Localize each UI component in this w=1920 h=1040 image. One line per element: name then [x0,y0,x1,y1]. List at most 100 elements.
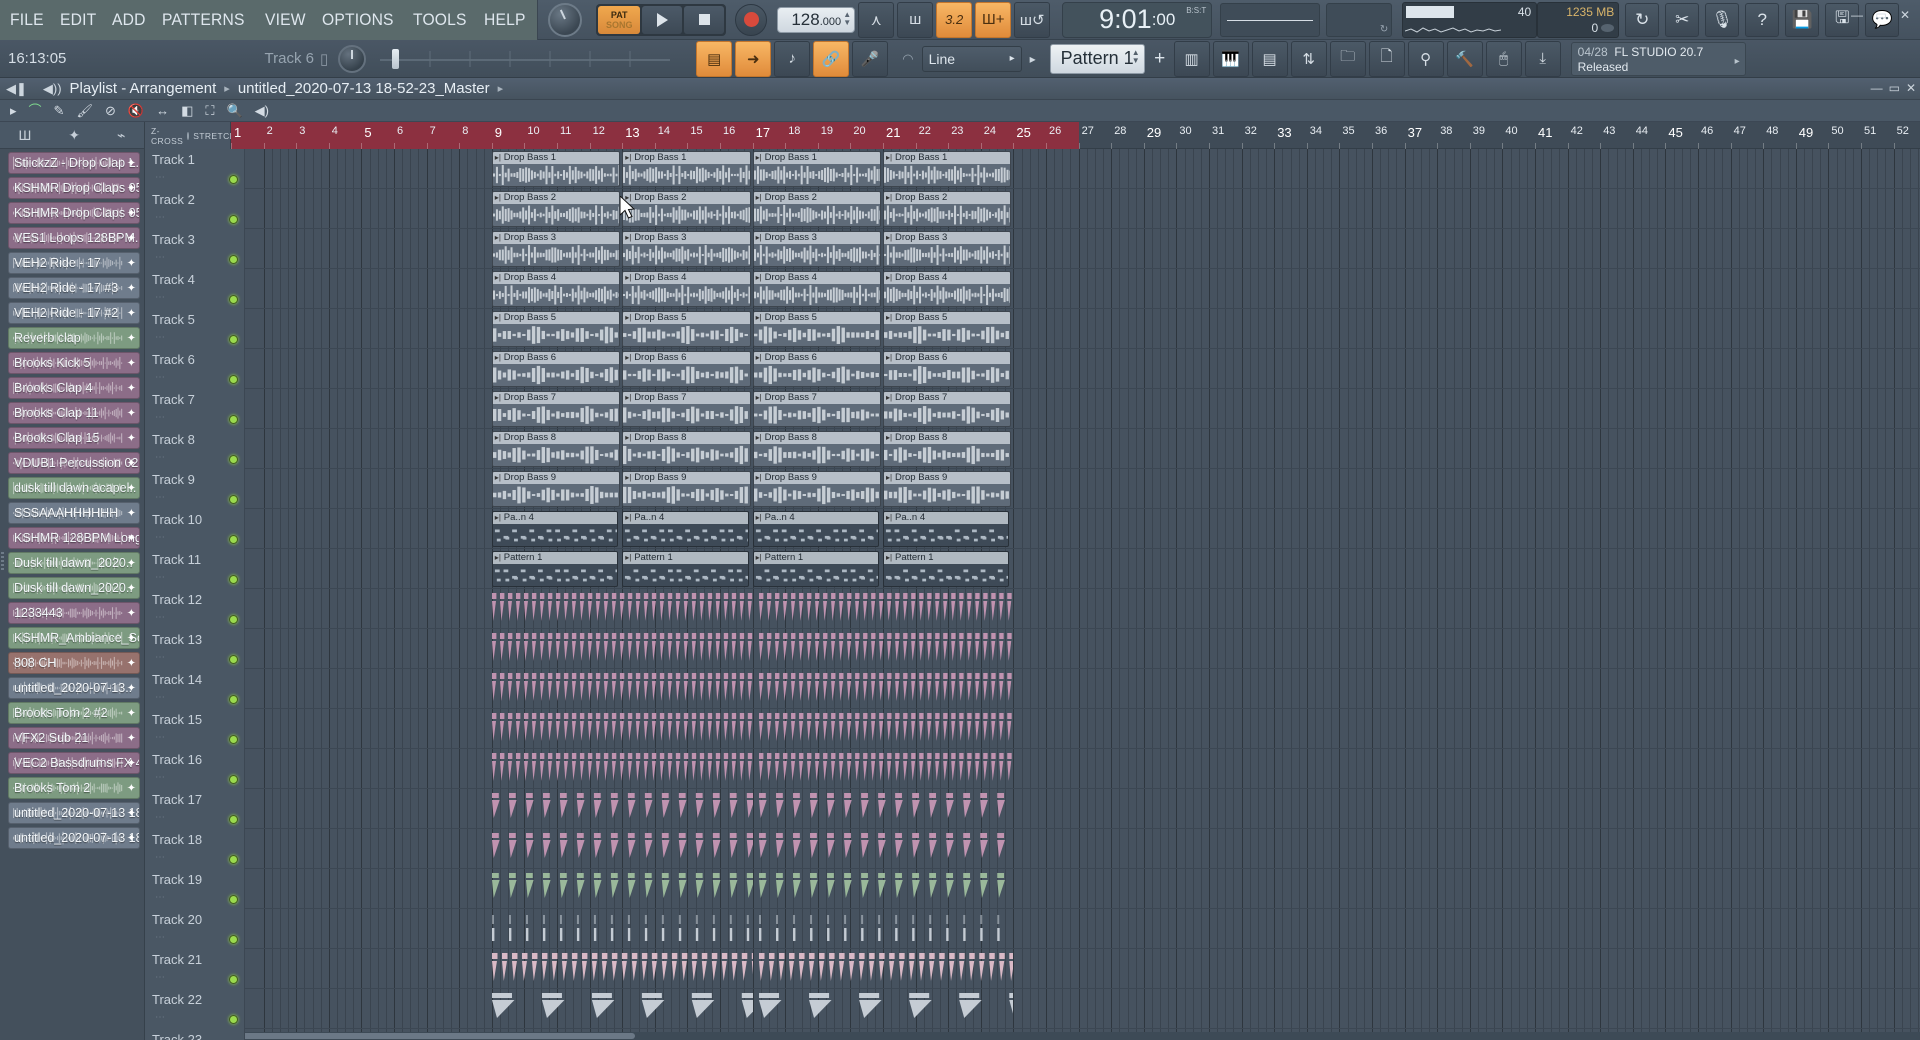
audio-clip[interactable]: Drop Bass 9 [491,471,621,507]
track-header[interactable]: Track 21 ⋯ [145,949,245,989]
slip-tool-icon[interactable]: ↔ [156,104,169,117]
track-lane[interactable]: Track 1 ⋯ Drop Bass 1 Drop Bass 1 Drop B… [145,149,1920,189]
clip-source-item[interactable]: KSHMR Drop Claps 05.. ✦ [8,202,140,224]
magnet-snap-icon[interactable]: ⌒ [29,104,42,117]
track-lane[interactable]: Track 3 ⋯ Drop Bass 3 Drop Bass 3 Drop B… [145,229,1920,269]
track-header[interactable]: Track 2 ⋯ [145,189,245,229]
track-grid[interactable]: Drop Bass 5 Drop Bass 5 Drop Bass 5 Drop… [245,309,1920,348]
select-tool-icon[interactable]: ◧ [181,104,193,117]
playlist-speaker-icon[interactable]: ◀)) [43,81,62,97]
clip-source-item[interactable]: 1233443 ✦ [8,602,140,624]
track-lane[interactable]: Track 11 ⋯ Pattern 1 Pattern 1 Pattern 1… [145,549,1920,589]
audio-clip[interactable]: Drop Bass 8 [883,431,1012,467]
track-header[interactable]: Track 11 ⋯ [145,549,245,589]
track-header[interactable]: Track 4 ⋯ [145,269,245,309]
track-header[interactable]: Track 3 ⋯ [145,229,245,269]
audio-clip[interactable]: Drop Bass 4 [491,271,621,307]
track-lane[interactable]: Track 4 ⋯ Drop Bass 4 Drop Bass 4 Drop B… [145,269,1920,309]
audio-clip[interactable]: Drop Bass 7 [622,391,751,427]
audio-clip[interactable]: Drop Bass 7 [883,391,1012,427]
audio-clip[interactable] [491,711,753,747]
track-header[interactable]: Track 13 ⋯ [145,629,245,669]
add-pattern-button[interactable]: + [1149,44,1171,74]
audio-clip[interactable] [759,871,1013,907]
audio-clip[interactable]: Drop Bass 8 [752,431,881,467]
pattern-clip[interactable]: Pa..n 4 [752,511,879,547]
track-header[interactable]: Track 17 ⋯ [145,789,245,829]
audio-clip[interactable]: Drop Bass 4 [752,271,881,307]
track-header[interactable]: Track 1 ⋯ [145,149,245,189]
pattern-clip[interactable]: Pattern 1 [752,551,879,587]
track-lane[interactable]: Track 5 ⋯ Drop Bass 5 Drop Bass 5 Drop B… [145,309,1920,349]
help-icon[interactable]: ? [1745,2,1780,37]
track-enable-led[interactable] [229,255,238,264]
track-lane[interactable]: Track 20 ⋯ [145,909,1920,949]
audio-clip[interactable] [491,911,753,947]
menu-help[interactable]: HELP [484,10,526,30]
refresh-icon[interactable]: ↻ [1625,2,1660,37]
piano-roll-panel-icon[interactable]: 🎹 [1212,40,1249,77]
clip-source-list[interactable]: StiickzZ - Drop Clap L.. ✦ KSHMR Drop Clap… [0,149,144,1040]
clip-source-item[interactable]: VEH2 Ride - 17 ✦ [8,252,140,274]
track-lane[interactable]: Track 12 ⋯ [145,589,1920,629]
track-grid[interactable] [245,629,1920,668]
track-lane[interactable]: Track 6 ⋯ Drop Bass 6 Drop Bass 6 Drop B… [145,349,1920,389]
playlist-panel-icon[interactable]: ▥ [1173,40,1210,77]
maximize-button[interactable]: ▭ [1870,6,1892,24]
clip-source-item[interactable]: Brooks Clap 4 ✦ [8,377,140,399]
audio-clip[interactable]: Drop Bass 9 [752,471,881,507]
audio-clip[interactable] [759,791,1013,827]
cut-icon[interactable]: ✂ [1665,2,1700,37]
track-lane[interactable]: Track 10 ⋯ Pa..n 4 Pa..n 4 Pa..n 4 Pa..n… [145,509,1920,549]
magnifier-icon[interactable]: 🔍 [226,104,242,117]
track-header[interactable]: Track 12 ⋯ [145,589,245,629]
track-grid[interactable]: Drop Bass 9 Drop Bass 9 Drop Bass 9 Drop… [245,469,1920,508]
audio-clip[interactable] [759,951,1014,987]
track-lane[interactable]: Track 2 ⋯ Drop Bass 2 Drop Bass 2 Drop B… [145,189,1920,229]
minimize-button[interactable]: — [1846,6,1868,24]
track-lane[interactable]: Track 9 ⋯ Drop Bass 9 Drop Bass 9 Drop B… [145,469,1920,509]
track-grid[interactable]: Drop Bass 6 Drop Bass 6 Drop Bass 6 Drop… [245,349,1920,388]
audio-clip[interactable] [491,591,753,627]
playlist-close-button[interactable]: ✕ [1906,81,1916,95]
clip-source-item[interactable]: KSHMR 128BPM Long.. ✦ [8,527,140,549]
track-header[interactable]: Track 20 ⋯ [145,909,245,949]
audio-clip[interactable] [491,991,753,1027]
slider-handle[interactable] [392,48,400,69]
track-enable-led[interactable] [229,455,238,464]
audio-clip[interactable] [759,751,1013,787]
track-grid[interactable] [245,709,1920,748]
track-enable-led[interactable] [229,415,238,424]
link-icon[interactable]: 🔗 [813,40,850,77]
playlist-menu-icon[interactable]: ▸ [10,104,17,117]
pattern-clip[interactable]: Pattern 1 [883,551,1010,587]
clip-source-item[interactable]: dusk till dawn acapel.. ✦ [8,477,140,499]
audio-clip[interactable]: Drop Bass 5 [883,311,1012,347]
track-lane[interactable]: Track 22 ⋯ [145,989,1920,1029]
track-grid[interactable]: Pa..n 4 Pa..n 4 Pa..n 4 Pa..n 4 [245,509,1920,548]
track-header[interactable]: Track 22 ⋯ [145,989,245,1029]
menu-edit[interactable]: EDIT [60,10,96,30]
tool-panel-icon[interactable]: 🔨 [1446,40,1483,77]
track-header[interactable]: Track 9 ⋯ [145,469,245,509]
audio-clip[interactable]: Drop Bass 3 [752,231,881,267]
time-display[interactable]: 9 : 01 : 00 B:S:T [1062,1,1213,38]
timeline-ruler[interactable]: Z-CROSS STRETCH 1 2 3 4 5 6 7 8 9 10 11 12 13 14 15 16 1… [145,122,1920,149]
clip-source-item[interactable]: Brooks Kick 5 ✦ [8,352,140,374]
arrow-right-icon[interactable]: ➜ [735,40,772,77]
track-lane[interactable]: Track 19 ⋯ [145,869,1920,909]
pattern-spinner-icon[interactable]: ▲ ▼ [1132,48,1140,65]
audio-clip[interactable]: Drop Bass 1 [883,151,1012,187]
master-pitch-knob[interactable] [548,2,583,37]
audio-clip[interactable]: Drop Bass 2 [752,191,881,227]
clip-source-item[interactable]: VES1 Loops 128BPM.. ✦ [8,227,140,249]
audio-clip[interactable]: Drop Bass 4 [883,271,1012,307]
mixer-panel-icon[interactable]: ⇅ [1290,40,1327,77]
pattern-clip[interactable]: Pa..n 4 [491,511,619,547]
track-header[interactable]: Track 23 ⋯ [145,1029,245,1040]
track-lane[interactable]: Track 17 ⋯ [145,789,1920,829]
track-header[interactable]: Track 14 ⋯ [145,669,245,709]
track-enable-led[interactable] [229,895,238,904]
track-header[interactable]: Track 16 ⋯ [145,749,245,789]
track-header[interactable]: Track 6 ⋯ [145,349,245,389]
